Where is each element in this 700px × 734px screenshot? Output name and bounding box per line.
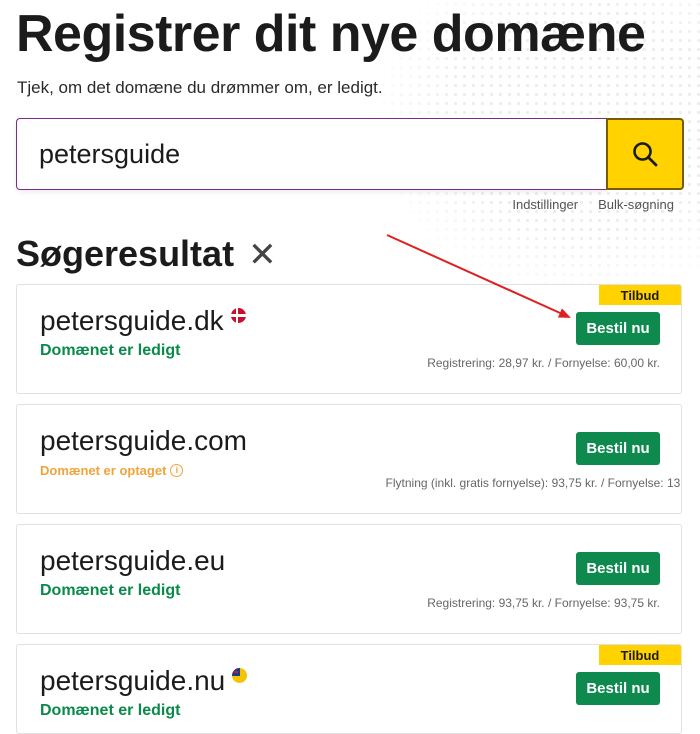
results-header: Søgeresultat ✕ (16, 233, 277, 275)
results-title: Søgeresultat (16, 233, 235, 274)
offer-badge: Tilbud (599, 285, 681, 305)
search-button[interactable] (606, 118, 684, 190)
settings-link[interactable]: Indstillinger (512, 197, 578, 212)
order-button-nu[interactable]: Bestil nu (576, 672, 660, 705)
order-button-dk[interactable]: Bestil nu (576, 312, 660, 345)
page-title: Registrer dit nye domæne (16, 5, 646, 63)
domain-name: petersguide.com (40, 425, 247, 457)
result-card-nu: Tilbud petersguide.nu Domænet er ledigt … (16, 644, 682, 734)
price-info: Registrering: 93,75 kr. / Fornyelse: 93,… (427, 596, 660, 610)
availability-status: Domænet er ledigt (40, 702, 181, 719)
availability-status-text: Domænet er optaget (40, 463, 167, 478)
domain-name-text: petersguide.nu (40, 665, 226, 696)
domain-name: petersguide.dk (40, 305, 246, 337)
domain-name: petersguide.eu (40, 545, 225, 577)
info-icon[interactable]: i (170, 464, 184, 477)
domain-name-text: petersguide.eu (40, 545, 226, 576)
result-card-eu: petersguide.eu Domænet er ledigt Bestil … (16, 524, 682, 634)
page-subtitle: Tjek, om det domæne du drømmer om, er le… (17, 78, 383, 97)
search-options: Indstillinger Bulk-søgning (512, 197, 674, 212)
order-button-eu[interactable]: Bestil nu (576, 552, 660, 585)
availability-status: Domænet er optaget i (40, 463, 184, 478)
offer-badge: Tilbud (599, 645, 681, 665)
availability-status: Domænet er ledigt (40, 342, 181, 359)
niue-flag-icon (232, 668, 248, 683)
domain-name-text: petersguide.com (40, 425, 248, 456)
bulk-search-link[interactable]: Bulk-søgning (598, 197, 674, 212)
order-button-com[interactable]: Bestil nu (576, 432, 660, 465)
domain-search-input[interactable] (16, 118, 606, 190)
price-info: Flytning (inkl. gratis fornyelse): 93,75… (385, 476, 682, 490)
domain-name-text: petersguide.dk (40, 305, 224, 336)
search-icon (633, 142, 658, 167)
result-card-com: petersguide.com Domænet er optaget i Bes… (16, 404, 682, 514)
availability-status: Domænet er ledigt (40, 582, 181, 599)
close-results-icon[interactable]: ✕ (248, 238, 277, 272)
domain-search-form (16, 118, 684, 190)
domain-name: petersguide.nu (40, 665, 248, 697)
denmark-flag-icon (230, 308, 246, 323)
price-info: Registrering: 28,97 kr. / Fornyelse: 60,… (427, 356, 660, 370)
result-card-dk: Tilbud petersguide.dk Domænet er ledigt … (16, 284, 682, 394)
